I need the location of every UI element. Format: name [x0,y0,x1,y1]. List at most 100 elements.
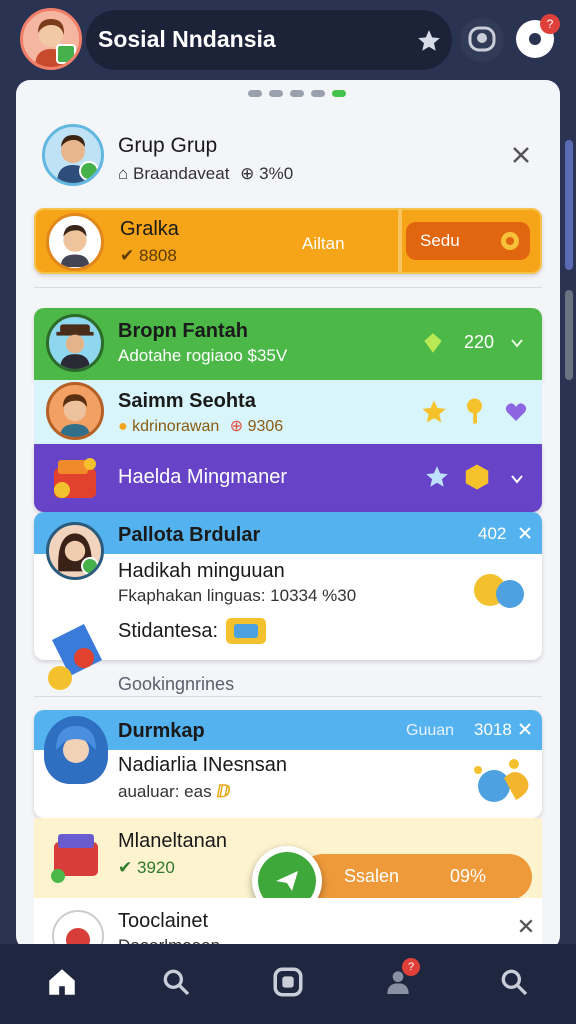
check-icon: ✔ [118,858,133,877]
nav-profile-badge: ? [402,958,420,976]
puzzle-icon [474,574,524,608]
scrollbar[interactable] [565,140,573,270]
card-pallota-count: 402 [478,524,507,543]
card-durmkap[interactable]: Durmkap Guuan 3018 Nadiarlia INesnsan au… [34,710,542,818]
search-icon [501,969,528,996]
green-row[interactable]: Bropn Fantah Adotahe rogiaoo $35V 220 [34,308,542,380]
page-dot[interactable] [269,90,283,97]
chat-icon [468,26,496,52]
green-row-subtitle: Adotahe rogiaoo $35V [118,346,288,365]
card-durmkap-title: Durmkap [118,720,205,742]
star-icon [422,400,446,423]
person-icon [56,324,94,369]
chevron-down-icon[interactable] [510,336,524,350]
chevron-down-icon[interactable] [510,472,524,486]
notification-button[interactable]: ? [516,14,560,58]
check-icon: ✔ [120,246,135,265]
card-durmkap-header: Durmkap Guuan 3018 [34,710,542,750]
card-pallota[interactable]: Pallota Brdular 402 Hadikah minguuan Fka… [34,512,542,660]
person-icon [60,394,90,437]
card-durmkap-line2: aualuar: eas ⅅ [118,782,230,802]
card-durmkap-avatar [44,716,108,784]
card-pallota-line3: Stidantesa: [118,620,219,642]
orange-card-avatar [46,213,104,271]
person-icon [56,726,96,763]
green-row-value: 220 [464,332,495,352]
card-durmkap-line1: Nadiarlia INesnsan [118,754,287,776]
gift-icon [54,458,96,498]
card-pallota-header: Pallota Brdular 402 [34,512,542,554]
nav-profile[interactable]: ? [378,958,420,1002]
page-dot[interactable] [311,90,325,97]
purple-row-name: Haelda Mingmaner [118,466,287,488]
card-pallota-line2: Fkaphakan linguas: 10334 %30 [118,586,357,605]
group-avatar[interactable] [42,124,104,186]
heart-icon [505,403,527,421]
section-label: Gookingnrines [118,674,235,694]
gear-icon [501,232,519,250]
orange-card[interactable]: Gralka ✔ 8808 Ailtan Sedu [34,208,542,274]
nav-search[interactable] [156,962,196,1002]
group-subtitle: ⌂ Braandaveat ⊕ 3%0 [118,164,293,184]
orange-card-divider [398,210,402,272]
cyan-row-avatar [46,382,104,440]
page-indicator [248,90,346,97]
star-icon[interactable] [416,28,442,54]
key-icon [467,398,482,424]
badge-icon: ⊕ [229,418,244,435]
profile-avatar[interactable] [20,8,82,70]
yellow-row-progress[interactable]: Ssalen 09% [300,854,532,898]
swirl-icon: ⅅ [216,782,231,801]
lock-icon: ⊕ [240,164,255,183]
yellow-row-progress-label: Ssalen [344,866,400,886]
close-icon[interactable] [518,526,532,540]
cyan-row-value: 9306 [247,418,284,435]
page-dot[interactable] [290,90,304,97]
coin-icon[interactable] [224,616,268,646]
cyan-row-name: Saimm Seohta [118,390,256,412]
chat-button[interactable] [460,18,504,62]
purple-row[interactable]: Haelda Mingmaner [34,444,542,512]
green-row-avatar [46,314,104,372]
group-subtitle-value: 3%0 [259,164,294,183]
scrollbar-track [565,290,573,380]
coin-icon: ● [118,418,128,435]
last-row-name: Tooclainet [118,910,209,932]
search-icon [163,969,190,996]
group-title: Grup Grup [118,134,218,157]
cyan-row[interactable]: Saimm Seohta ● kdrinorawan ⊕ 9306 [34,380,542,444]
group-header: Grup Grup ⌂ Braandaveat ⊕ 3%0 [16,116,560,196]
nav-home[interactable] [42,962,82,1002]
main-sheet: Grup Grup ⌂ Braandaveat ⊕ 3%0 Gralka ✔ 8… [16,80,560,950]
card-durmkap-right: Guuan [406,722,455,739]
tag-icon: ⌂ [118,164,129,183]
square-icon [273,967,303,997]
yellow-row-name: Mlaneltanan [118,830,227,852]
cyan-row-subtitle: ● kdrinorawan ⊕ 9306 [118,416,283,436]
orange-card-value: ✔ 8808 [120,246,177,266]
card-pallota-title: Pallota Brdular [118,524,261,546]
page-dot-active[interactable] [332,90,346,97]
app-title-bar: Sosial Nndansia [86,10,452,70]
page-dot[interactable] [248,90,262,97]
orange-card-value-text: 8808 [138,246,177,265]
online-icon [56,44,76,64]
last-row[interactable]: Tooclainet Deoarlmoaan [34,898,542,950]
card-durmkap-count: 3018 [474,720,512,739]
bottom-nav: ? [0,944,576,1024]
card-pallota-line1: Hadikah minguuan [118,560,285,582]
nav-search-2[interactable] [494,962,534,1002]
yellow-row-value-text: 3920 [136,858,175,877]
nav-center[interactable] [268,962,308,1002]
green-row-name: Bropn Fantah [118,320,248,342]
yellow-row-progress-value: 09% [450,866,487,886]
close-icon[interactable] [510,144,532,166]
orange-card-action[interactable]: Ailtan [302,234,345,254]
notification-badge: ? [540,14,560,34]
star-icon [426,466,448,487]
orange-card-button-label: Sedu [420,231,460,250]
orange-card-button[interactable]: Sedu [406,222,530,260]
close-icon[interactable] [518,918,534,934]
online-icon [79,161,99,181]
close-icon[interactable] [518,722,532,736]
